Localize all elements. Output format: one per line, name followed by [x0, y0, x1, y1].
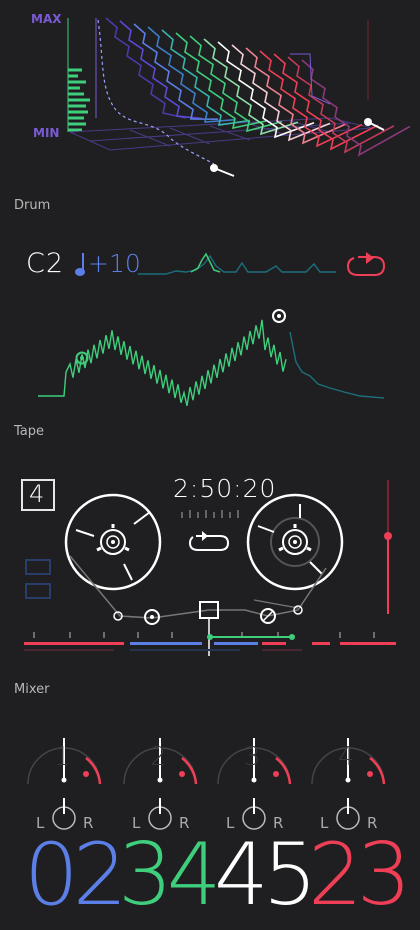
level-meter	[68, 68, 90, 132]
loop-icon[interactable]	[344, 250, 388, 280]
drum-mini-waveform	[138, 252, 336, 275]
mixer-channel-2[interactable]: 2 L R 34	[110, 730, 221, 930]
section-label-mixer: Mixer	[14, 682, 50, 697]
channel-value: 45	[214, 825, 317, 925]
channel-faint-number: 4	[338, 742, 355, 772]
max-handle-knob	[364, 118, 372, 126]
drum-header: C2 +10	[26, 248, 396, 282]
tape-level-knob	[384, 532, 392, 540]
channel-faint-number: 2	[150, 742, 167, 772]
waterfall-panel: MAX MIN	[0, 0, 420, 190]
channel-faint-number: 1	[54, 742, 71, 772]
tape-loop-icon	[188, 531, 230, 551]
channel-faint-number: 3	[244, 742, 261, 772]
section-label-tape: Tape	[14, 424, 45, 439]
drum-note[interactable]: C2	[26, 248, 64, 279]
note-icon	[75, 253, 85, 276]
channel-value: 23	[308, 825, 411, 925]
waterfall-graph	[67, 17, 411, 177]
drum-wave-active	[38, 319, 287, 406]
mixer-channel-4[interactable]: 4 L R 23	[298, 730, 411, 930]
right-reel	[246, 493, 344, 591]
mixer-channels: 1 L R 02 2 L R 34 3 L R 45 4 L R 23	[0, 730, 420, 930]
left-reel	[64, 493, 162, 591]
waterfall-line	[119, 20, 203, 120]
drum-offset[interactable]: +10	[88, 249, 141, 278]
mixer-channel-3[interactable]: 3 L R 45	[204, 730, 317, 930]
mixer-channel-1[interactable]: 1 L R 02	[14, 730, 127, 930]
tape-deck	[24, 480, 396, 656]
drum-wave-tail	[289, 331, 385, 399]
drum-waveform	[38, 309, 385, 406]
channel-value: 02	[24, 825, 127, 925]
min-handle-knob	[210, 164, 218, 172]
channel-value: 34	[118, 825, 221, 925]
section-label-drum: Drum	[14, 198, 51, 213]
